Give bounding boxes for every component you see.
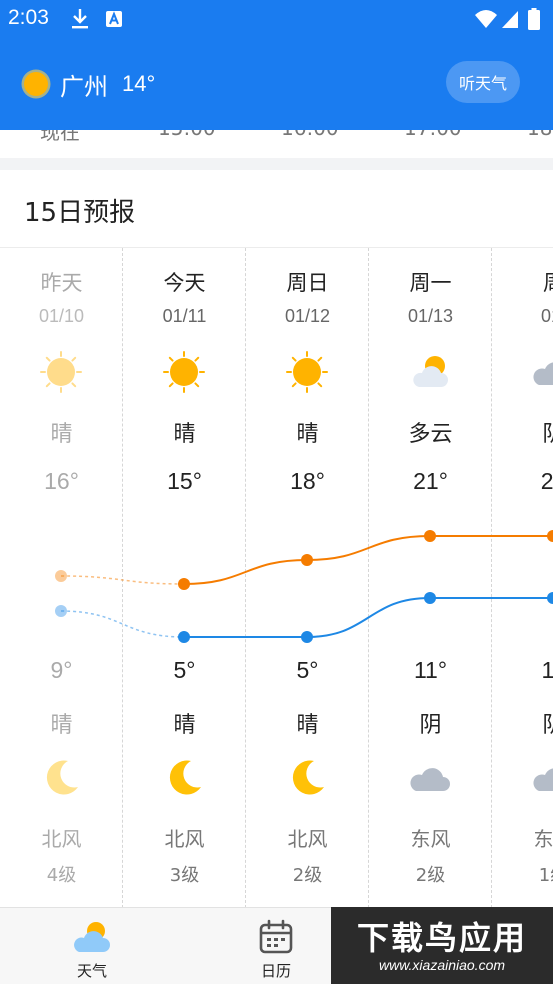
app-header: 2:03 广州 14° 听天气: [0, 0, 553, 130]
tab-label: 日历: [260, 962, 291, 980]
night-weather: 晴: [173, 713, 196, 738]
download-icon: [72, 9, 88, 29]
low-temperature: 9°: [50, 657, 73, 683]
sun-icon: [163, 351, 205, 393]
hourly-label: 现在: [40, 130, 80, 144]
day-name: 周一: [409, 271, 452, 295]
low-temperature: 11: [541, 657, 553, 683]
forecast-day-monday[interactable]: 周一 01/13 多云 21° 11° 阴 东风 2级: [369, 248, 492, 907]
forecast-day-partial[interactable]: 周 01/ 阴 21 11 阴 东北 1级: [492, 248, 553, 907]
current-temperature: 14°: [122, 71, 156, 96]
day-date: 01/13: [407, 306, 454, 326]
tab-calendar[interactable]: 日历: [211, 908, 341, 984]
sun-icon: [286, 351, 328, 393]
forecast-day-sunday[interactable]: 周日 01/12 晴 18° 5° 晴 北风 2级: [246, 248, 369, 907]
watermark-url: www.xiazainiao.com: [378, 957, 506, 973]
sun-icon: [21, 69, 51, 99]
forecast-card[interactable]: 15日预报 昨天 01/10 晴 16° 9° 晴 北风 4级 今天 01/11…: [0, 170, 553, 907]
day-date: 01/10: [38, 306, 85, 326]
listen-weather-button[interactable]: 听天气: [446, 61, 520, 103]
wind-level: 4级: [46, 865, 77, 886]
day-name: 周日: [286, 271, 329, 295]
day-name: 周: [492, 267, 553, 297]
wind-level: 2级: [292, 865, 323, 886]
high-temperature: 18°: [290, 468, 325, 494]
a-notification-icon: [106, 11, 122, 27]
wind-level: 1级: [538, 865, 553, 886]
day-weather: 多云: [408, 422, 453, 447]
cloud-icon: [533, 768, 553, 791]
hourly-forecast-strip[interactable]: 现在 15:00 16:00 17:00 18:: [0, 130, 553, 158]
day-name: 昨天: [40, 271, 83, 295]
forecast-day-today[interactable]: 今天 01/11 晴 15° 5° 晴 北风 3级: [123, 248, 246, 907]
night-weather: 阴: [492, 707, 553, 739]
hourly-label: 15:00: [158, 130, 216, 140]
night-weather: 阴: [419, 713, 442, 738]
day-date: 01/12: [284, 306, 331, 326]
cloud-icon: [533, 362, 553, 385]
day-weather: 阴: [492, 416, 553, 448]
hourly-label: 17:00: [404, 130, 462, 140]
wind-direction: 北风: [41, 827, 82, 851]
wind-level: 2级: [415, 865, 446, 886]
wind-direction: 北风: [287, 827, 328, 851]
low-temperature: 5°: [173, 657, 196, 683]
day-weather: 晴: [173, 422, 196, 447]
moon-icon: [46, 760, 78, 795]
forecast-title: 15日预报: [24, 198, 136, 228]
signal-icon: [502, 11, 518, 28]
cloud-icon: [410, 768, 450, 791]
forecast-day-yesterday[interactable]: 昨天 01/10 晴 16° 9° 晴 北风 4级: [0, 248, 123, 907]
high-temperature: 16°: [44, 468, 79, 494]
moon-icon: [169, 760, 201, 795]
high-temperature: 15°: [167, 468, 202, 494]
tab-label: 天气: [76, 962, 107, 980]
city-name: 广州: [60, 72, 108, 101]
day-weather: 晴: [296, 422, 319, 447]
status-bar: 2:03: [0, 0, 553, 40]
low-temperature: 5°: [296, 657, 319, 683]
wind-direction: 东北: [533, 827, 553, 851]
watermark-text: 下载鸟应用: [356, 919, 527, 957]
wind-level: 3级: [169, 865, 200, 886]
partly-cloudy-icon: [413, 356, 448, 387]
high-temperature: 21: [540, 468, 553, 494]
weather-tab-icon: [74, 922, 110, 952]
wifi-icon: [475, 10, 497, 28]
night-weather: 晴: [50, 713, 73, 738]
night-weather: 晴: [296, 713, 319, 738]
hourly-label: 16:00: [281, 130, 339, 140]
moon-icon: [292, 760, 324, 795]
low-temperature: 11°: [413, 657, 448, 683]
calendar-icon: [259, 919, 293, 954]
day-date: 01/: [540, 306, 553, 326]
battery-icon: [528, 8, 540, 30]
day-weather: 晴: [50, 422, 73, 447]
status-time: 2:03: [8, 6, 49, 29]
sun-icon: [40, 351, 82, 393]
high-temperature: 21°: [413, 468, 448, 494]
day-name: 今天: [163, 271, 206, 295]
tab-weather[interactable]: 天气: [27, 908, 157, 984]
wind-direction: 北风: [164, 827, 205, 851]
wind-direction: 东风: [410, 827, 451, 851]
watermark: 下载鸟应用 www.xiazainiao.com: [331, 907, 553, 984]
day-date: 01/11: [162, 306, 207, 326]
hourly-label: 18:: [527, 130, 553, 140]
city-row[interactable]: 广州 14°: [20, 64, 155, 104]
